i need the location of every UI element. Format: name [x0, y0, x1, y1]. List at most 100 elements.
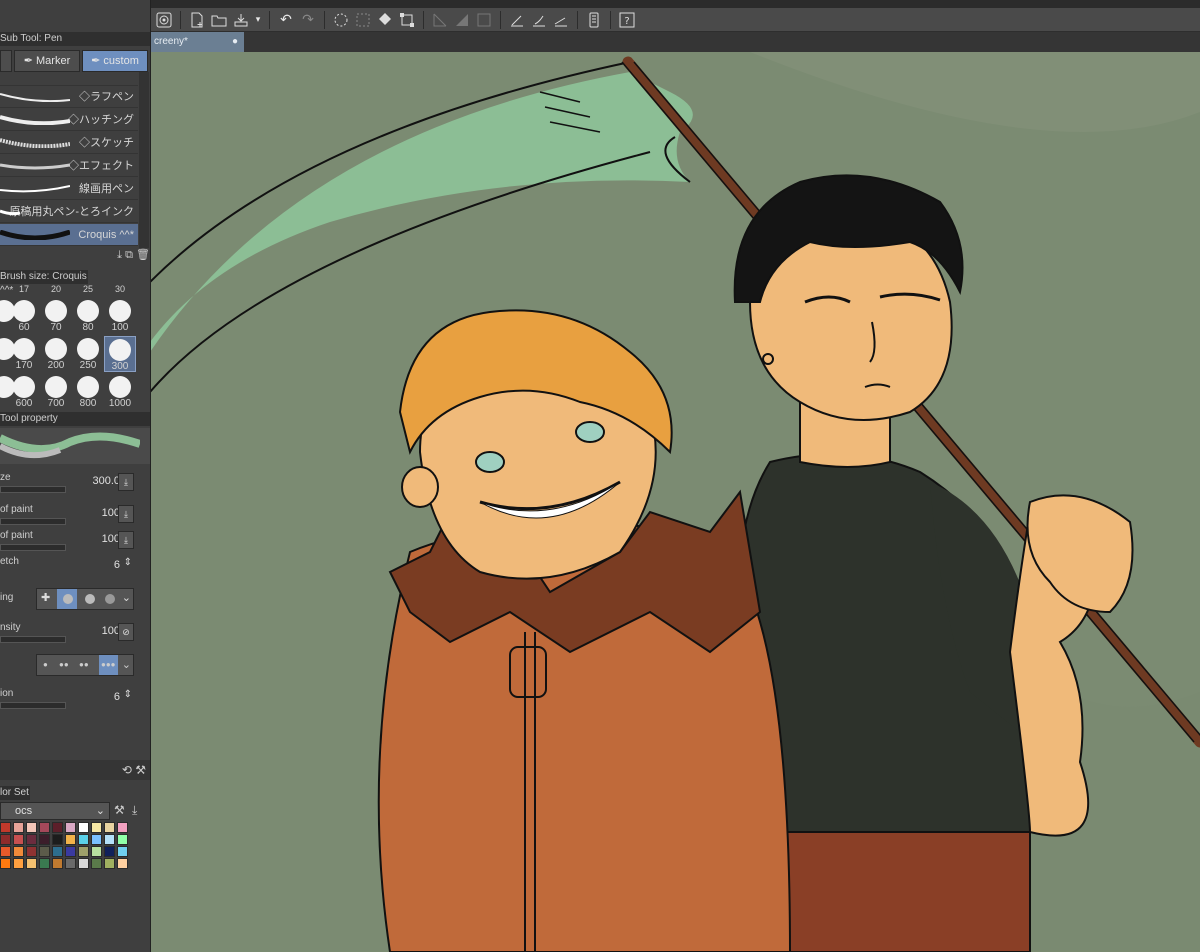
color-swatch[interactable] [52, 834, 63, 845]
brush-size-option[interactable]: 600 [8, 374, 40, 410]
new-file-icon[interactable] [187, 10, 207, 30]
color-swatch[interactable] [0, 834, 11, 845]
paint-opacity-property[interactable]: of paint 100 ⤓ [0, 502, 150, 528]
brush-size-option[interactable]: 200 [40, 336, 72, 372]
help-icon[interactable]: ? [617, 10, 637, 30]
ruler-pen-icon[interactable] [507, 10, 527, 30]
close-icon[interactable]: ● [232, 32, 238, 52]
density-slider[interactable] [0, 636, 66, 643]
shape-dots-icon[interactable]: ●● [79, 655, 89, 675]
color-swatch[interactable] [91, 822, 102, 833]
fill-icon[interactable] [375, 10, 395, 30]
drawing-canvas[interactable] [150, 52, 1200, 952]
tone-icon[interactable] [452, 10, 472, 30]
brush-size-option[interactable]: 70 [40, 298, 72, 334]
color-swatch[interactable] [13, 822, 24, 833]
color-swatch[interactable] [78, 822, 89, 833]
paint-slider[interactable] [0, 544, 66, 551]
wrench-icon[interactable]: ⚒ [114, 803, 125, 817]
color-swatch[interactable] [52, 858, 63, 869]
brush-shape-property[interactable]: ● ●● ●● ●●● ⌄ [0, 652, 150, 678]
shape-dots-icon[interactable]: ●● [59, 655, 69, 675]
save-icon[interactable] [231, 10, 251, 30]
color-swatch[interactable] [65, 846, 76, 857]
download-icon[interactable]: ⤓ [117, 249, 122, 261]
color-swatch[interactable] [104, 834, 115, 845]
color-swatch[interactable] [39, 822, 50, 833]
brush-size-property[interactable]: ze 300.0 ⤓ [0, 470, 150, 496]
reset-icon[interactable]: ⟲ [122, 763, 132, 777]
select-all-icon[interactable] [353, 10, 373, 30]
chevron-down-icon[interactable]: ⌄ [122, 655, 131, 675]
list-item[interactable] [0, 72, 138, 86]
crop-icon[interactable] [430, 10, 450, 30]
color-swatch[interactable] [52, 846, 63, 857]
density-property[interactable]: nsity 100 ⊘ [0, 620, 150, 646]
tab-pen[interactable] [0, 50, 12, 72]
color-swatch[interactable] [13, 858, 24, 869]
anti-aliasing-property[interactable]: ing ✚ ⌄ [0, 586, 150, 612]
list-item[interactable]: ◇スケッチ [0, 132, 138, 154]
color-swatch[interactable] [78, 834, 89, 845]
shape-dots-icon[interactable]: ●●● [99, 655, 118, 675]
chevron-down-icon[interactable]: ▾ [253, 10, 263, 30]
color-swatch[interactable] [0, 858, 11, 869]
color-swatch[interactable] [78, 846, 89, 857]
brush-list-scrollbar[interactable] [139, 72, 149, 248]
brush-size-option[interactable]: 170 [8, 336, 40, 372]
brush-size-option[interactable]: 800 [72, 374, 104, 410]
pressure-icon[interactable]: ⤓ [118, 473, 134, 491]
color-swatch[interactable] [26, 822, 37, 833]
color-swatch[interactable] [13, 834, 24, 845]
stabilization-property[interactable]: ion 6 ⇕ [0, 686, 150, 712]
trash-icon[interactable]: 🗑 [136, 249, 150, 261]
color-swatch[interactable] [78, 858, 89, 869]
list-item[interactable]: 線画用ペン [0, 178, 138, 200]
aliasing-strong-icon[interactable] [105, 594, 115, 604]
color-swatch[interactable] [117, 846, 128, 857]
aliasing-mid-icon[interactable] [85, 594, 95, 604]
paint-slider[interactable] [0, 518, 66, 525]
redo-icon[interactable]: ↷ [298, 10, 318, 30]
pressure-icon[interactable]: ⤓ [118, 505, 134, 523]
ruler-brush-icon[interactable] [529, 10, 549, 30]
color-swatch[interactable] [104, 846, 115, 857]
color-swatch[interactable] [117, 834, 128, 845]
settings-icon[interactable]: ⊘ [118, 623, 134, 641]
color-swatch[interactable] [65, 822, 76, 833]
color-swatch[interactable] [26, 846, 37, 857]
paint-density-property[interactable]: of paint 100 ⤓ [0, 528, 150, 554]
brush-size-option[interactable]: 700 [40, 374, 72, 410]
brush-size-option[interactable]: 250 [72, 336, 104, 372]
color-swatch[interactable] [104, 858, 115, 869]
color-swatch[interactable] [39, 858, 50, 869]
color-swatch[interactable] [0, 822, 11, 833]
aliasing-none-icon[interactable]: ✚ [41, 591, 50, 604]
brush-size-option[interactable]: 60 [8, 298, 40, 334]
brush-size-option[interactable]: 80 [72, 298, 104, 334]
undo-icon[interactable]: ↶ [276, 10, 296, 30]
spin-icon[interactable]: ⇕ [124, 557, 132, 568]
color-swatch[interactable] [52, 822, 63, 833]
stabilization-slider[interactable] [0, 702, 66, 709]
wrench-icon[interactable]: ⚒ [135, 763, 146, 777]
color-swatch[interactable] [65, 858, 76, 869]
list-item[interactable]: 原稿用丸ペン-とろインク [0, 201, 138, 223]
list-item[interactable]: ◇エフェクト [0, 155, 138, 177]
color-swatch[interactable] [65, 834, 76, 845]
color-swatch[interactable] [13, 846, 24, 857]
color-swatch[interactable] [117, 822, 128, 833]
color-swatch[interactable] [117, 858, 128, 869]
tab-custom[interactable]: ✒ custom [82, 50, 148, 72]
list-item[interactable]: ◇ラフペン [0, 86, 138, 108]
color-swatch[interactable] [39, 834, 50, 845]
open-folder-icon[interactable] [209, 10, 229, 30]
color-swatch[interactable] [0, 846, 11, 857]
color-swatch[interactable] [91, 858, 102, 869]
aliasing-selector[interactable]: ✚ ⌄ [36, 588, 134, 610]
copy-icon[interactable]: ⧉ [125, 249, 133, 261]
color-swatch[interactable] [91, 834, 102, 845]
color-swatch[interactable] [39, 846, 50, 857]
ruler-line-icon[interactable] [551, 10, 571, 30]
clear-selection-icon[interactable] [331, 10, 351, 30]
